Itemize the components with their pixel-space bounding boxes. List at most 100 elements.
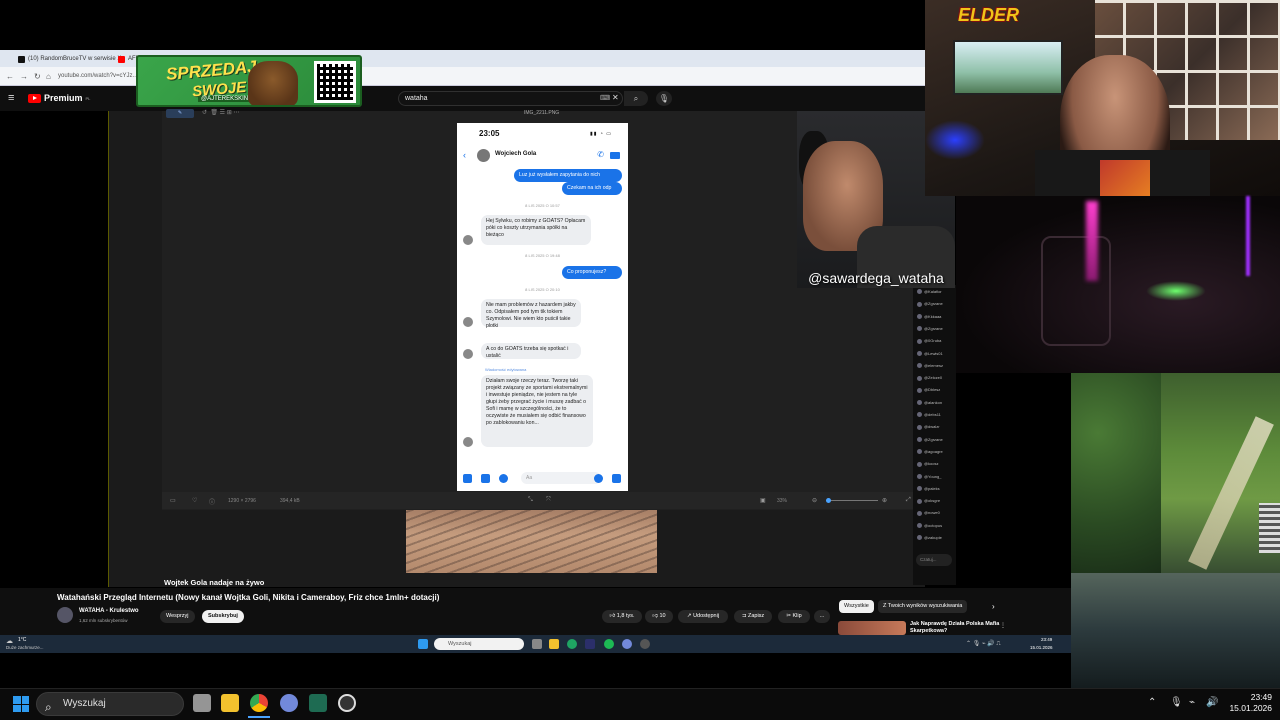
mic-icon <box>499 474 508 483</box>
search-input[interactable]: wataha <box>398 91 623 106</box>
phone-call-icon: ✆ <box>597 150 604 159</box>
image-dimensions: 1290 × 2796 <box>228 498 256 504</box>
zoom-out-icon[interactable]: ⊖ <box>812 497 817 504</box>
chat-avatar <box>917 449 922 455</box>
tray-volume-icon[interactable]: 🔊 <box>1206 697 1218 708</box>
windows-start-icon[interactable] <box>13 696 29 712</box>
chat-username: @Lewis01 <box>924 350 943 356</box>
tab-label: (10) RandomBruceTV w serwisie X <box>28 56 122 62</box>
viewer-tool-icon[interactable]: ↺ 🗑 ☰ ⊞ ⋯ <box>202 109 239 116</box>
save-label: Zapisz <box>747 613 765 619</box>
reload-icon[interactable]: ↻ <box>34 72 41 81</box>
chat-username: @Zgrzane <box>924 301 943 307</box>
chat-avatar <box>917 338 922 344</box>
chat-avatar <box>917 314 922 320</box>
chevron-right-icon[interactable]: › <box>992 602 995 611</box>
taskbar-clock[interactable]: 23:49 15.01.2026 <box>1220 692 1272 714</box>
taskbar-search[interactable]: ⌕ Wyszukaj <box>36 692 184 716</box>
file-explorer-icon[interactable] <box>221 694 239 712</box>
hamburger-menu-icon[interactable]: ≡ <box>8 92 14 104</box>
chat-avatar <box>917 424 922 430</box>
fullscreen-icon[interactable]: ⤢ <box>906 497 911 504</box>
live-chat: @Kalafior @Zgrzane @Kkkaaa @Zgrzane @0Gruba @… <box>913 285 956 585</box>
channel-name[interactable]: WATAHA - Krulestwo <box>79 608 139 614</box>
zoom-slider[interactable] <box>826 498 878 503</box>
zoom-slider-thumb[interactable] <box>826 498 831 503</box>
active-app-indicator <box>248 716 270 718</box>
chat-message: @dwalzr <box>917 424 940 430</box>
save-button[interactable]: ⊐ Zapisz <box>734 610 772 623</box>
aspect-icon[interactable]: ▣ <box>760 497 766 504</box>
keyboard-icon[interactable]: ⌨ <box>600 94 610 102</box>
captured-search: Wyszukaj <box>434 638 524 650</box>
chat-message: @koosz <box>917 461 939 467</box>
chat-avatar <box>917 510 922 516</box>
share-button[interactable]: ↗ Udostępnij <box>678 610 728 623</box>
home-icon[interactable]: ⌂ <box>46 72 51 81</box>
chat-message: @alankon <box>917 400 942 406</box>
chat-username: @paleks <box>924 485 940 491</box>
logo-text: Premium <box>44 93 83 103</box>
like-button[interactable]: 👍︎ 1,8 tys. <box>602 610 642 623</box>
fit-icon[interactable]: ⤡ <box>528 497 533 504</box>
chat-message: @octopus <box>917 522 943 529</box>
clip-button[interactable]: ✂ Klip <box>778 610 810 623</box>
captured-start-icon <box>418 639 428 649</box>
zoom-level[interactable]: 33% <box>777 498 787 504</box>
forward-icon[interactable]: → <box>20 72 28 81</box>
chat-avatar <box>917 289 922 295</box>
chip-from-search[interactable]: Z Twoich wyników wyszukiwania <box>878 600 968 613</box>
excel-icon[interactable] <box>309 694 327 712</box>
tray-chevron-icon[interactable]: ⌃ <box>1148 697 1156 708</box>
search-button[interactable]: ⌕ <box>624 91 648 106</box>
obs-icon[interactable] <box>338 694 356 712</box>
chat-message: @Zgrzane <box>917 436 943 443</box>
chat-input[interactable]: Czatuj... <box>916 554 952 566</box>
chat-username: @Zgrzane <box>924 436 943 442</box>
chat-username: @agoagre <box>924 448 943 454</box>
stream-screen: (10) RandomBruceTV w serwisie X AFERA ..… <box>0 0 1280 720</box>
zoom-in-icon[interactable]: ⊕ <box>882 497 887 504</box>
sidebar-toggle-icon[interactable]: ▭ <box>170 497 176 504</box>
tray-network-icon[interactable]: ⌁ <box>1189 697 1195 708</box>
favorite-icon[interactable]: ♡ <box>192 497 197 504</box>
chat-avatar <box>917 326 922 332</box>
url-field[interactable]: youtube.com/watch?v=cYJz... <box>58 71 138 82</box>
next-video-thumbnail[interactable] <box>838 621 906 635</box>
next-video-title[interactable]: Jak Naprawdę Działa Polska Mafia Skarpet… <box>910 621 1000 635</box>
youtube-play-icon <box>28 93 41 103</box>
promo-banner: SPRZEDAJ SWOJE SKINY @AJTEREKSKINS <box>136 55 362 107</box>
more-actions-button[interactable]: … <box>814 610 830 623</box>
crop-icon[interactable]: ⤧ <box>546 497 551 504</box>
tray-icons: ⌃ 🎙 ⌁ 🔊 ⎍ <box>966 641 1001 647</box>
chat-message: @Kalafior <box>917 289 942 295</box>
like-icon <box>612 474 621 483</box>
chat-username: @octopus <box>924 522 943 528</box>
voice-search-button[interactable]: 🎙 <box>656 91 672 106</box>
channel-avatar[interactable] <box>57 607 73 623</box>
search-icon: ⌕ <box>45 700 52 714</box>
chat-message: @Zgrzane <box>917 326 943 332</box>
back-icon[interactable]: ← <box>6 72 14 81</box>
captured-chrome-icon <box>567 639 577 649</box>
thumbs-up-icon: 👍︎ <box>609 613 617 619</box>
clear-search-icon[interactable]: ✕ <box>612 93 619 102</box>
edited-label: Wiadomość edytowana <box>485 367 527 372</box>
tray-mic-icon[interactable]: 🎙 <box>1170 697 1183 708</box>
info-icon[interactable]: ⓘ <box>209 497 215 506</box>
more-options-icon[interactable]: ⋮ <box>1000 622 1006 629</box>
support-button[interactable]: Wesprzyj <box>160 610 195 623</box>
youtube-logo[interactable]: Premium PL <box>28 93 90 103</box>
dislike-button[interactable]: 👎︎ 10 <box>645 610 673 623</box>
captured-obs-icon <box>640 639 650 649</box>
chat-username: @zakupie <box>924 535 942 540</box>
browser-tab[interactable]: (10) RandomBruceTV w serwisie X <box>18 53 121 65</box>
discord-icon[interactable] <box>280 694 298 712</box>
task-view-icon[interactable] <box>193 694 211 712</box>
chrome-icon[interactable] <box>250 694 268 712</box>
chat-avatar <box>917 535 922 541</box>
chat-message: @oksgre <box>917 498 940 504</box>
chip-all[interactable]: Wszystkie <box>839 600 874 613</box>
edit-button[interactable]: ✎ <box>166 109 194 118</box>
subscribe-button[interactable]: Subskrybuj <box>202 610 244 623</box>
